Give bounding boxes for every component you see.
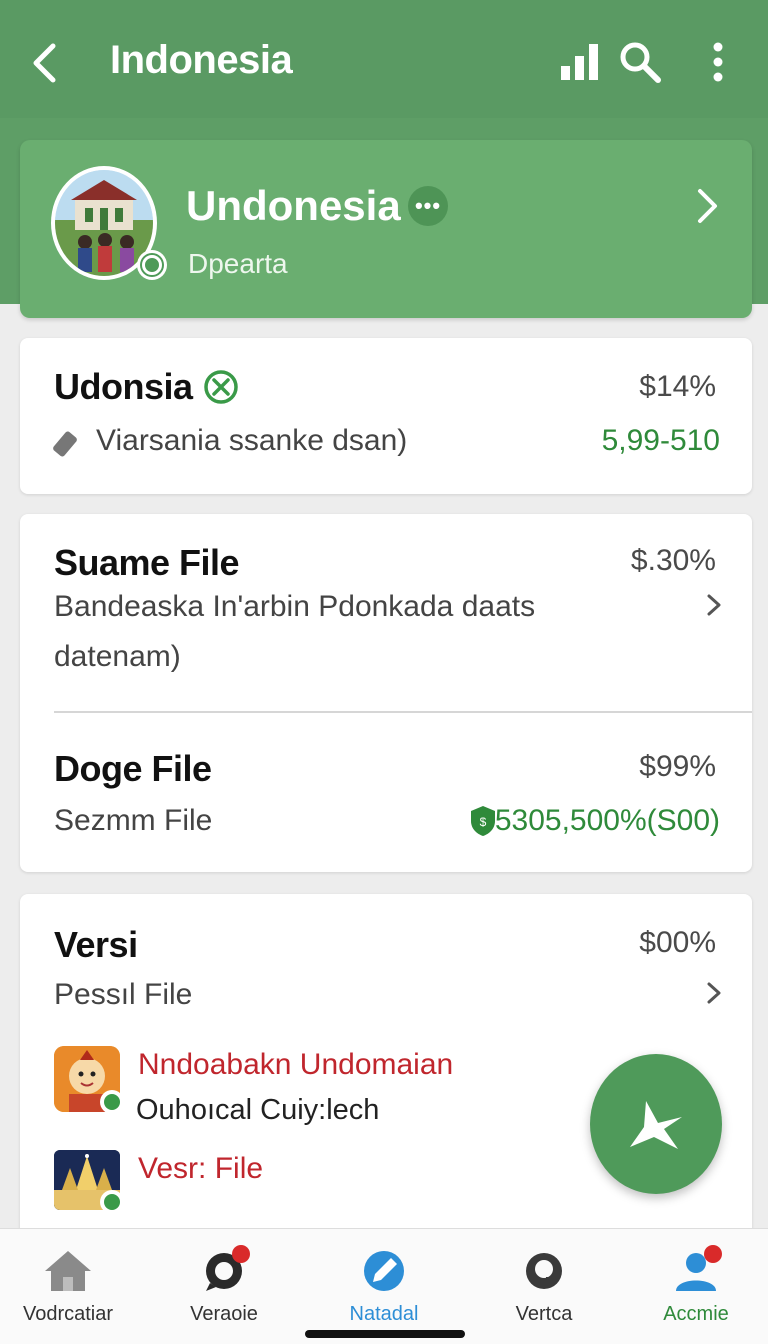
- divider: [54, 711, 752, 713]
- edit-arrow-icon: [630, 1101, 682, 1149]
- item-percent: $99%: [639, 750, 716, 783]
- search-circle-icon: [526, 1253, 562, 1289]
- nav-label: Accmie: [663, 1303, 729, 1325]
- chevron-right-icon: [688, 184, 728, 228]
- status-dot-icon: [100, 1090, 124, 1114]
- profile-header-card[interactable]: Undonesia ••• Dpearta: [20, 140, 752, 318]
- nav-item-home[interactable]: Vodrcatiar: [0, 1245, 138, 1326]
- chevron-right-icon[interactable]: [702, 590, 726, 620]
- item-value: 5,99-510: [601, 424, 720, 457]
- item-percent: $00%: [639, 926, 716, 959]
- shield-badge-icon: $: [471, 806, 495, 836]
- bar-chart-icon: [561, 44, 598, 80]
- item-title: Versi: [54, 924, 138, 965]
- search-button[interactable]: [614, 36, 666, 88]
- item-subtitle-continued: datenam): [54, 640, 181, 673]
- sub-item-title[interactable]: Vesr: File: [138, 1152, 263, 1186]
- compose-fab[interactable]: [590, 1054, 722, 1194]
- nav-item-edit[interactable]: Natadal: [314, 1245, 454, 1326]
- nav-label: Vodrcatiar: [22, 1303, 114, 1325]
- item-title: Udonsia: [54, 366, 193, 407]
- profile-subtitle: Dpearta: [188, 248, 288, 279]
- back-button[interactable]: [22, 38, 66, 88]
- chevron-right-icon[interactable]: [702, 978, 726, 1008]
- item-subtitle: Viarsania ssanke dsan): [96, 424, 408, 457]
- tag-icon: [53, 431, 77, 457]
- more-badge[interactable]: •••: [408, 186, 448, 226]
- list-item[interactable]: Udonsia $14% Viarsania ssanke dsan) 5,99…: [20, 338, 752, 494]
- item-percent: $14%: [639, 370, 716, 403]
- close-circle-icon[interactable]: [202, 368, 240, 406]
- page-title: Indonesia: [110, 38, 293, 82]
- bottom-navigation: Vodrcatiar Veraoie Natadal Vertca Accmie: [0, 1228, 768, 1344]
- svg-text:$: $: [480, 815, 487, 829]
- nav-label: Natadal: [349, 1303, 419, 1325]
- nav-item-search[interactable]: Vertca: [474, 1245, 614, 1326]
- nav-item-chat[interactable]: Veraoie: [154, 1245, 294, 1326]
- sub-item-subtitle: Ouhoıcal Cuiy:lech: [136, 1094, 380, 1126]
- item-title: Doge File: [54, 748, 212, 789]
- item-subtitle: Bandeaska In'arbin Pdonkada daats: [54, 590, 536, 623]
- sub-item-title[interactable]: Nndoabakn Undomaian: [138, 1048, 453, 1082]
- profile-name: Undonesia: [186, 182, 401, 229]
- nav-item-profile[interactable]: Accmie: [626, 1245, 766, 1326]
- item-subtitle: Sezmm File: [54, 804, 213, 837]
- nav-label: Vertca: [515, 1303, 573, 1325]
- item-percent: $.30%: [630, 544, 716, 577]
- notification-badge: [704, 1245, 722, 1263]
- item-subtitle: Pessıl File: [54, 978, 193, 1011]
- status-dot-icon: [100, 1190, 124, 1214]
- nav-label: Veraoie: [190, 1303, 258, 1325]
- more-options-button[interactable]: [692, 36, 744, 88]
- edit-icon: [364, 1251, 404, 1291]
- stats-button[interactable]: [554, 36, 606, 88]
- item-title: Suame File: [54, 542, 240, 583]
- online-status-icon: [137, 250, 167, 280]
- back-arrow-icon: [33, 43, 56, 83]
- file-list-card: Suame File $.30% Bandeaska In'arbin Pdon…: [20, 514, 752, 872]
- home-icon: [45, 1251, 91, 1291]
- notification-badge: [232, 1245, 250, 1263]
- more-vert-icon: [713, 42, 723, 82]
- item-value: 5305,500%(S00): [494, 804, 720, 837]
- search-icon: [620, 42, 661, 83]
- home-indicator: [305, 1330, 465, 1338]
